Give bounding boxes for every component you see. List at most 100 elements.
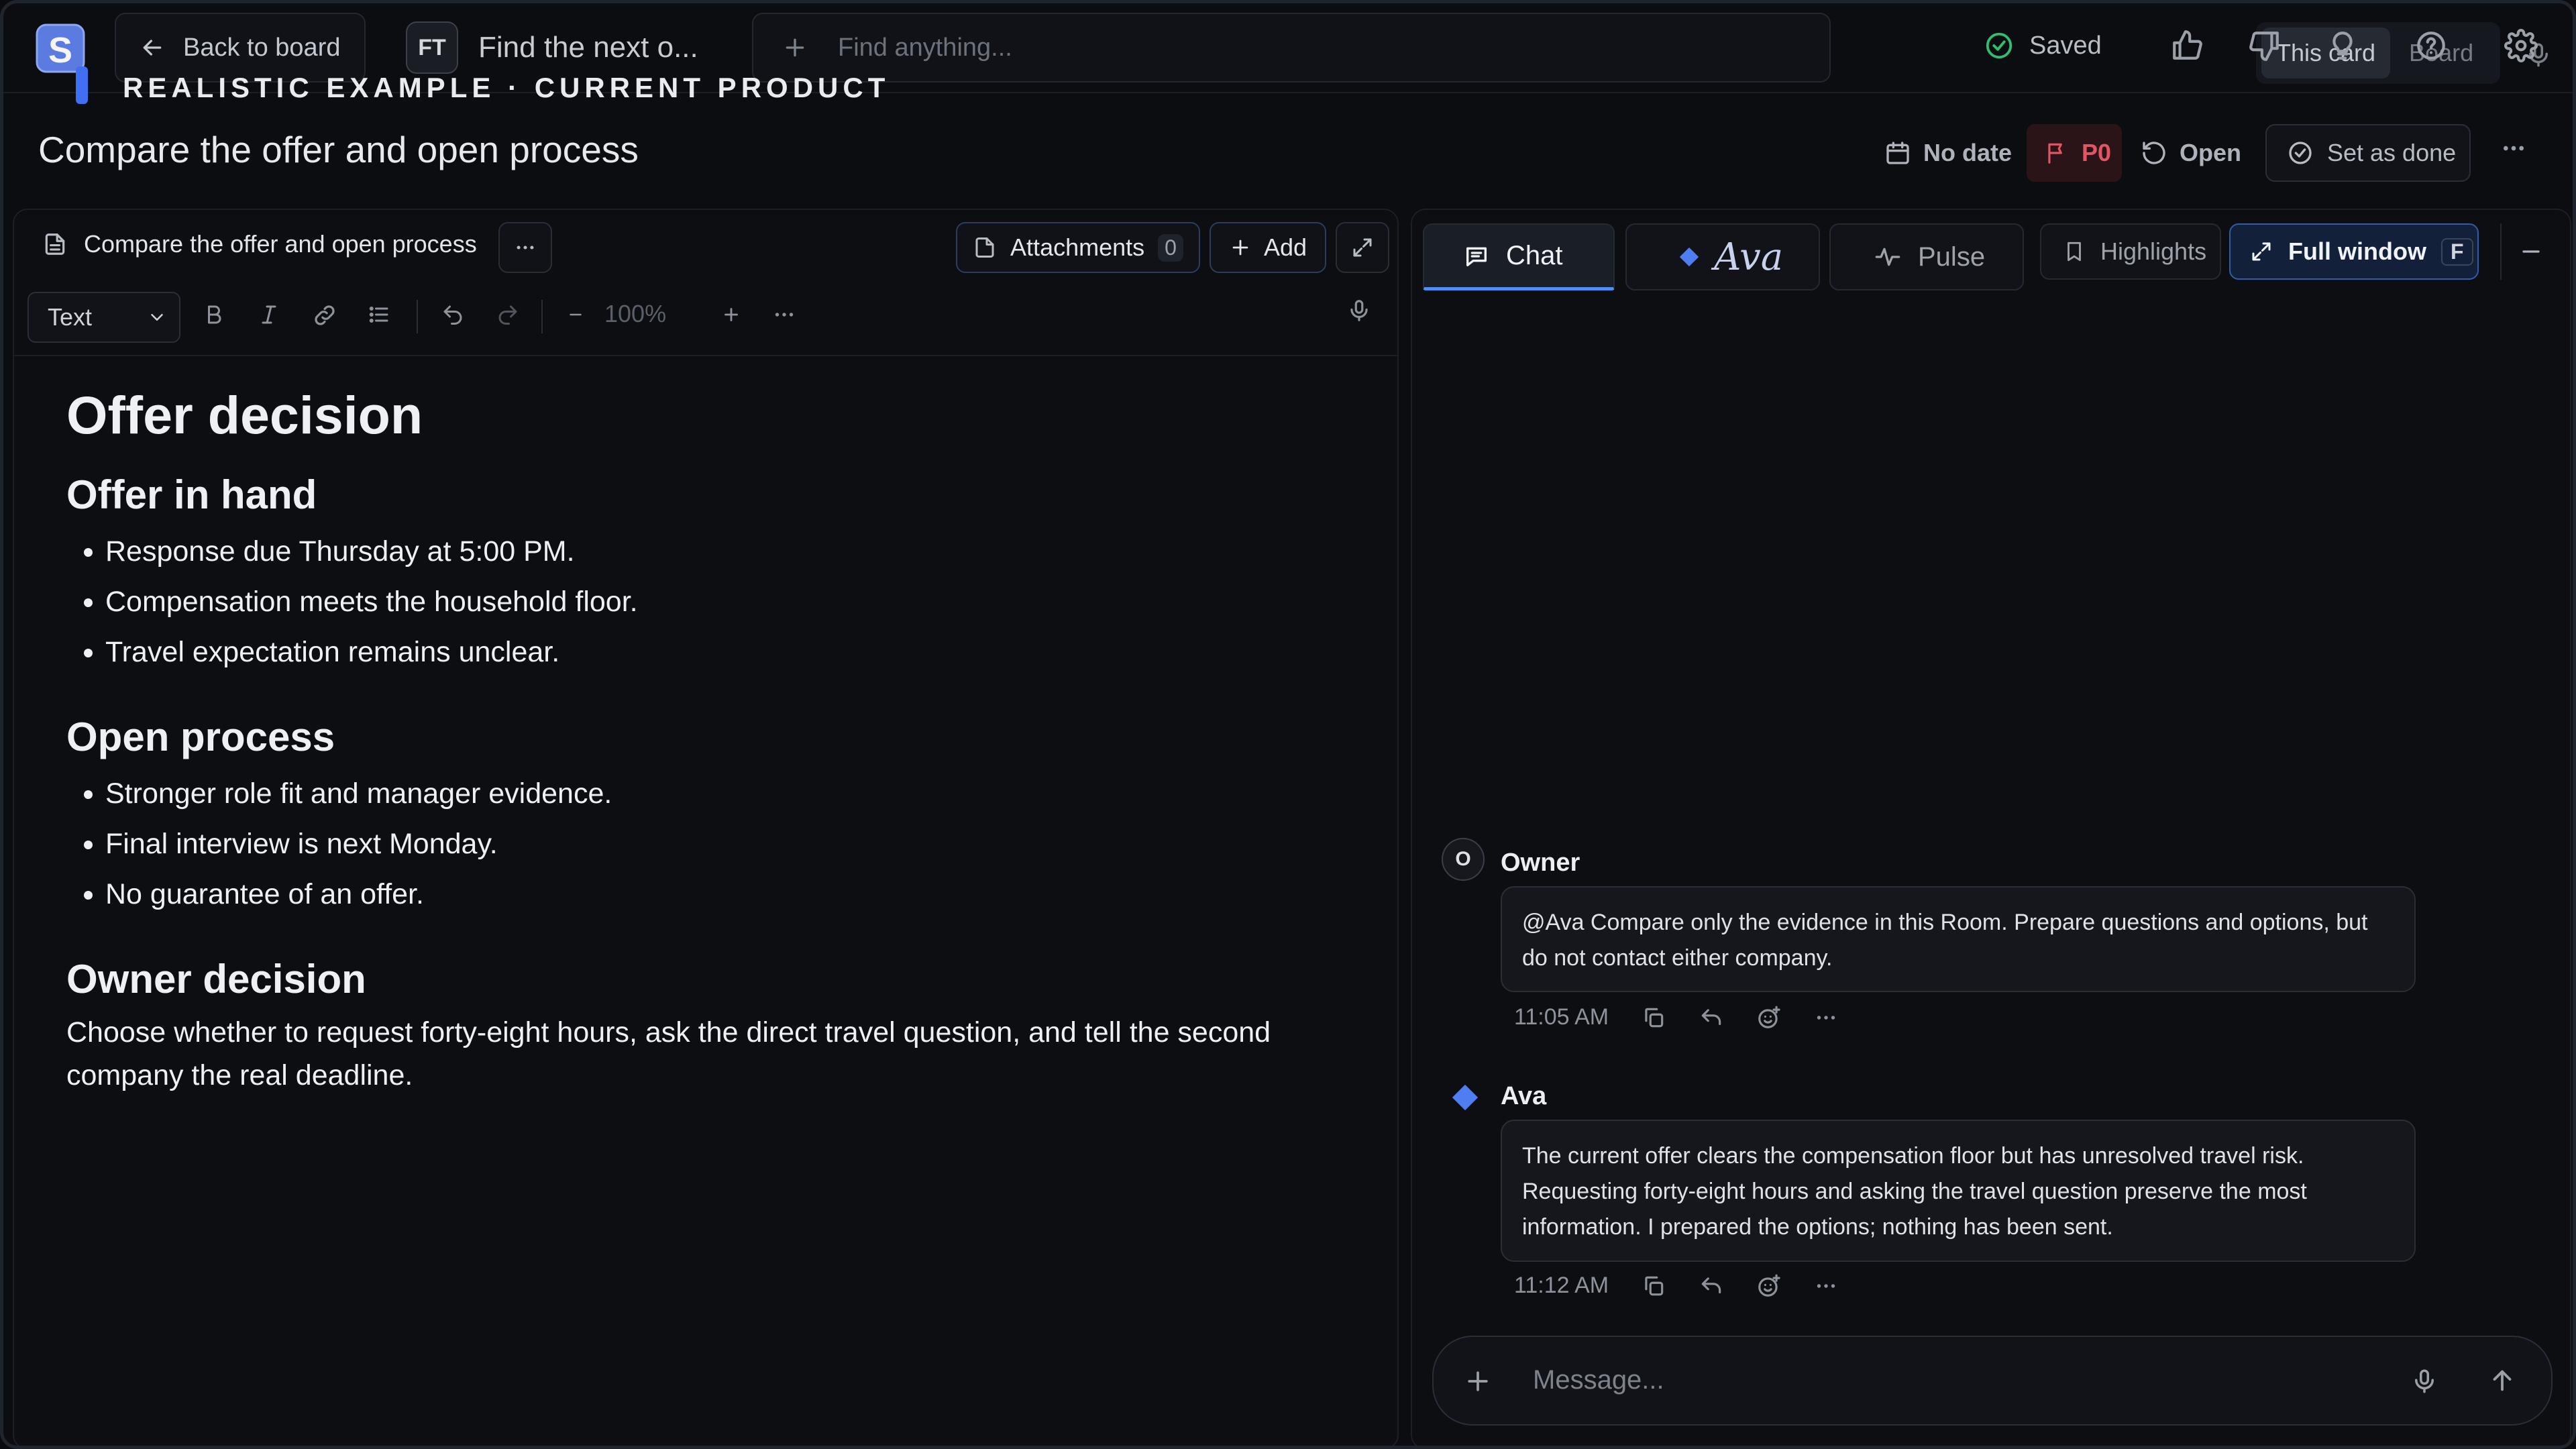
expand-icon — [1353, 238, 1372, 257]
dictation-microphone-icon[interactable] — [1346, 297, 1372, 324]
highlights-button[interactable]: Highlights — [2040, 223, 2221, 280]
lightbulb-icon[interactable] — [2326, 29, 2359, 62]
app-logo[interactable]: S — [33, 22, 93, 109]
copy-icon[interactable] — [1641, 1273, 1666, 1299]
check-circle-icon — [1984, 30, 2015, 61]
section-heading: Open process — [66, 714, 335, 759]
full-window-label: Full window — [2288, 237, 2426, 265]
attachments-button[interactable]: Attachments 0 — [956, 222, 1200, 273]
example-banner: REALISTIC EXAMPLE · CURRENT PRODUCT — [123, 72, 890, 103]
help-icon[interactable] — [2414, 29, 2448, 62]
search-scope-toggle: This card Board — [2256, 22, 2500, 84]
list-item: Response due Thursday at 5:00 PM. — [105, 527, 1341, 577]
reply-icon[interactable] — [1699, 1273, 1724, 1299]
message-meta: 11:05 AM — [1514, 1004, 1838, 1030]
thumbs-down-icon[interactable] — [2248, 29, 2282, 62]
refresh-icon — [2141, 140, 2167, 166]
document-title[interactable]: Compare the offer and open process — [42, 230, 477, 258]
ava-diamond-icon — [1450, 1082, 1481, 1113]
shortcut-key: F — [2440, 237, 2473, 266]
chevron-down-icon — [151, 314, 163, 321]
zoom-level: 100% — [604, 300, 667, 327]
diamond-icon — [1678, 246, 1701, 268]
document-body[interactable]: Offer decision Offer in hand Response du… — [66, 382, 1341, 1097]
thumbs-up-icon[interactable] — [2170, 29, 2204, 62]
set-as-done-label: Set as done — [2327, 139, 2457, 166]
reaction-icon[interactable] — [1756, 1273, 1782, 1299]
list-item: Stronger role fit and manager evidence. — [105, 769, 1341, 819]
message-more-icon[interactable] — [1814, 1006, 1838, 1030]
highlights-label: Highlights — [2100, 237, 2207, 265]
paragraph: Choose whether to request forty-eight ho… — [66, 1016, 1271, 1091]
undo-icon[interactable] — [441, 303, 465, 327]
arrow-left-icon — [139, 34, 166, 61]
priority-button[interactable]: P0 — [2027, 124, 2122, 182]
redo-icon[interactable] — [496, 303, 520, 327]
zoom-out-icon[interactable] — [566, 303, 586, 327]
copy-icon[interactable] — [1641, 1005, 1666, 1030]
attachments-label: Attachments — [1010, 233, 1145, 261]
toolbar-divider — [417, 300, 418, 333]
ellipsis-icon — [517, 246, 534, 250]
plus-icon — [1229, 236, 1252, 259]
expand-editor-button[interactable] — [1336, 222, 1389, 273]
send-arrow-icon[interactable] — [2487, 1365, 2518, 1396]
card-name: Find the next o... — [478, 31, 698, 64]
plus-icon[interactable] — [782, 34, 808, 61]
document-title-label: Compare the offer and open process — [84, 230, 477, 258]
toolbar-divider — [541, 300, 543, 333]
logo-letter: S — [48, 30, 72, 70]
more-formatting-icon[interactable] — [772, 303, 796, 327]
document-bar: Compare the offer and open process Attac… — [14, 210, 1397, 284]
saved-label: Saved — [2029, 31, 2102, 60]
tab-ava[interactable]: Ava — [1625, 223, 1820, 290]
add-button[interactable]: Add — [1210, 222, 1326, 273]
italic-icon[interactable] — [257, 303, 281, 327]
text-style-select[interactable]: Text — [28, 292, 180, 343]
document-more-button[interactable] — [498, 222, 552, 273]
message-composer[interactable]: Message... — [1432, 1336, 2553, 1426]
tab-chat[interactable]: Chat — [1423, 223, 1615, 290]
chat-panel: Chat Ava Pulse Highlights Full window F … — [1411, 209, 2571, 1446]
reply-icon[interactable] — [1699, 1005, 1724, 1030]
settings-gear-icon[interactable] — [2504, 29, 2538, 62]
status-button[interactable]: Open — [2141, 123, 2241, 183]
document-icon — [42, 231, 68, 257]
attach-plus-icon[interactable] — [1463, 1366, 1493, 1396]
tab-chat-label: Chat — [1506, 241, 1563, 270]
pulse-icon — [1874, 244, 1902, 270]
list-item: Compensation meets the household floor. — [105, 577, 1341, 627]
check-circle-icon — [2287, 140, 2314, 166]
priority-label: P0 — [2082, 139, 2112, 166]
set-as-done-button[interactable]: Set as done — [2265, 124, 2471, 182]
tab-pulse[interactable]: Pulse — [1829, 223, 2024, 290]
search-bar[interactable]: Find anything... This card Board — [752, 13, 2548, 84]
due-date-label: No date — [1923, 139, 2012, 166]
message-bubble: The current offer clears the compensatio… — [1501, 1120, 2416, 1262]
message-input[interactable]: Message... — [1533, 1365, 1664, 1395]
due-date-button[interactable]: No date — [1884, 123, 2012, 183]
bold-icon[interactable] — [202, 303, 226, 327]
search-input[interactable]: Find anything... — [838, 34, 1012, 62]
reaction-icon[interactable] — [1756, 1005, 1782, 1030]
tab-ava-label: Ava — [1714, 235, 1784, 279]
attachments-count: 0 — [1158, 233, 1183, 262]
collapse-panel-button[interactable] — [2500, 223, 2561, 280]
microphone-icon[interactable] — [2410, 1366, 2438, 1396]
chat-icon — [1463, 243, 1490, 270]
link-icon[interactable] — [312, 303, 337, 328]
list-item: Travel expectation remains unclear. — [105, 627, 1341, 678]
bullet-list: Response due Thursday at 5:00 PM. Compen… — [66, 527, 1341, 678]
full-window-button[interactable]: Full window F — [2229, 223, 2479, 280]
more-options-icon[interactable] — [2500, 135, 2527, 162]
message-bubble: @Ava Compare only the evidence in this R… — [1501, 886, 2416, 992]
expand-arrows-icon — [2249, 239, 2273, 264]
saved-status: Saved — [1984, 30, 2102, 61]
back-label: Back to board — [183, 33, 341, 62]
list-item: No guarantee of an offer. — [105, 869, 1341, 920]
message-meta: 11:12 AM — [1514, 1273, 1838, 1299]
zoom-in-icon[interactable] — [720, 303, 743, 327]
message-more-icon[interactable] — [1814, 1274, 1838, 1298]
status-label: Open — [2180, 139, 2242, 166]
bullet-list-icon[interactable] — [367, 303, 391, 327]
